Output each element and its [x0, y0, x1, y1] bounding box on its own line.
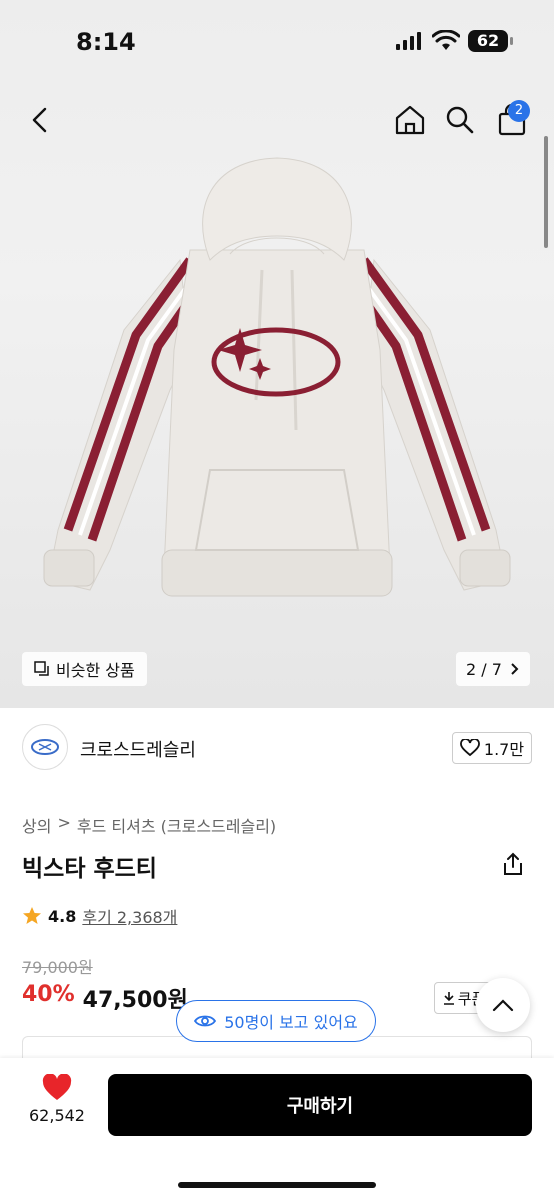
- original-price: 79,000원: [22, 958, 93, 977]
- chevron-right-icon: [511, 663, 519, 675]
- scroll-top-button[interactable]: [476, 978, 530, 1032]
- home-icon: [395, 105, 425, 135]
- similar-products-label: 비슷한 상품: [56, 661, 135, 680]
- wishlist-button[interactable]: 62,542: [22, 1074, 92, 1125]
- similar-products-button[interactable]: 비슷한 상품: [22, 652, 147, 686]
- brand-like-button[interactable]: 1.7만: [452, 732, 532, 764]
- heart-outline-icon: [460, 739, 480, 757]
- search-icon: [446, 106, 474, 134]
- search-button[interactable]: [442, 102, 478, 138]
- breadcrumb: 상의 > 후드 티셔츠 (크로스드레슬리): [22, 813, 276, 837]
- breadcrumb-separator: >: [57, 813, 71, 832]
- share-icon[interactable]: [502, 852, 524, 876]
- similar-icon: [34, 661, 49, 676]
- scrollbar[interactable]: [544, 136, 548, 248]
- brand-name[interactable]: 크로스드레슬리: [80, 736, 196, 762]
- product-image: [43, 157, 511, 597]
- sale-price: 47,500원: [82, 988, 188, 1013]
- bottom-action-bar: 62,542 구매하기: [0, 1058, 554, 1200]
- signal-icon: [396, 32, 421, 50]
- wifi-icon: [432, 30, 460, 50]
- breadcrumb-subcategory[interactable]: 후드 티셔츠 (크로스드레슬리): [77, 813, 276, 837]
- rating-row: 4.8 후기 2,368개: [22, 904, 177, 928]
- battery-icon: 62: [468, 30, 508, 52]
- buy-button[interactable]: 구매하기: [108, 1074, 532, 1136]
- star-icon: [23, 907, 41, 924]
- chevron-up-icon: [492, 999, 514, 1012]
- brand-like-count: 1.7만: [483, 740, 525, 759]
- brand-logo-icon: [31, 739, 59, 755]
- brand-row: 크로스드레슬리 1.7만: [22, 724, 532, 772]
- status-time: 8:14: [76, 28, 136, 56]
- product-title: 빅스타 후드티: [22, 856, 157, 882]
- price-row: 40% 47,500원: [22, 982, 188, 1014]
- image-counter: 2 / 7: [466, 659, 502, 679]
- download-icon: [443, 992, 454, 1005]
- breadcrumb-category[interactable]: 상의: [22, 813, 51, 837]
- viewers-pill: 50명이 보고 있어요: [176, 1000, 376, 1042]
- battery-cap: [510, 37, 513, 45]
- heart-filled-icon: [42, 1074, 72, 1100]
- back-icon: [32, 107, 47, 133]
- back-button[interactable]: [22, 102, 58, 138]
- status-bar: 8:14 62: [0, 0, 554, 84]
- cart-count-badge: 2: [508, 100, 530, 122]
- product-page: 8:14 62 2 비슷한 상품 2 / 7 크로스드레슬리 1.7만 상의 >…: [0, 0, 554, 1200]
- home-indicator: [178, 1182, 376, 1188]
- discount-rate: 40%: [22, 982, 75, 1007]
- rating-score: 4.8: [48, 906, 77, 926]
- image-counter-button[interactable]: 2 / 7: [456, 652, 530, 686]
- wishlist-count: 62,542: [29, 1106, 85, 1125]
- home-button[interactable]: [392, 102, 428, 138]
- viewers-label: 50명이 보고 있어요: [224, 1013, 358, 1032]
- brand-logo[interactable]: [22, 724, 68, 770]
- review-count-link[interactable]: 후기 2,368개: [82, 904, 177, 928]
- eye-icon: [194, 1015, 217, 1027]
- product-image-gallery[interactable]: 8:14 62 2 비슷한 상품 2 / 7: [0, 0, 554, 708]
